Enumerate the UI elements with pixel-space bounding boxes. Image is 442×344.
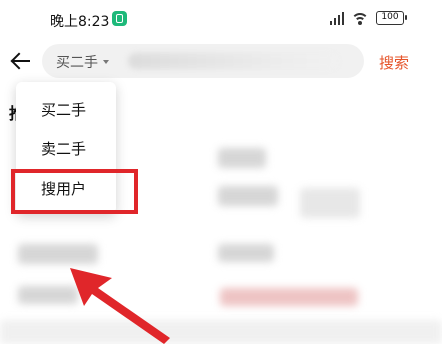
blurred-content (218, 186, 278, 206)
blurred-content (300, 188, 360, 218)
search-button[interactable]: 搜索 (379, 52, 409, 73)
search-input[interactable] (128, 53, 338, 69)
app-notification-icon (112, 11, 127, 26)
status-bar: 晚上8:23 100 (0, 0, 442, 38)
signal-icon (329, 11, 344, 25)
blurred-content (18, 244, 98, 264)
highlight-box (11, 169, 138, 214)
caret-down-icon (103, 60, 109, 64)
wifi-icon (352, 12, 368, 25)
pointer-arrow-icon (70, 268, 170, 344)
battery-icon: 100 (376, 11, 407, 25)
search-type-label: 买二手 (56, 55, 98, 71)
search-box[interactable]: 买二手 (42, 44, 364, 78)
blurred-content (218, 148, 266, 168)
status-time: 晚上8:23 (50, 14, 110, 30)
dropdown-item-sell-used[interactable]: 卖二手 (41, 138, 86, 159)
blurred-content (220, 288, 358, 306)
blurred-content (218, 244, 274, 262)
status-icons: 100 (329, 11, 407, 25)
back-arrow-icon[interactable] (10, 50, 32, 72)
search-type-selector[interactable]: 买二手 (56, 52, 109, 72)
dropdown-item-buy-used[interactable]: 买二手 (41, 99, 86, 120)
